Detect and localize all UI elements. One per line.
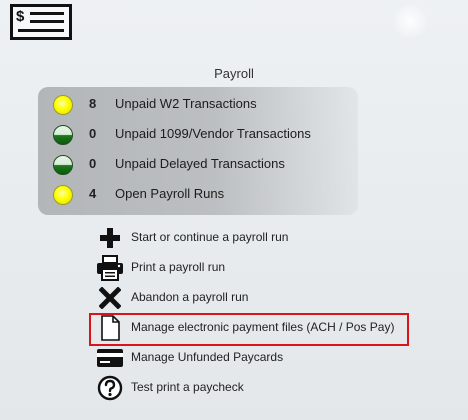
yellow-status-dot-icon xyxy=(53,185,73,205)
print-payroll-run-link[interactable]: Print a payroll run xyxy=(96,254,416,282)
paycheck-icon: $ xyxy=(10,4,72,45)
green-status-dot-icon xyxy=(53,125,73,145)
yellow-status-dot-icon xyxy=(53,95,73,115)
action-label: Test print a paycheck xyxy=(131,380,244,394)
action-label: Print a payroll run xyxy=(131,260,226,274)
summary-row-unpaid-delayed[interactable]: 0 Unpaid Delayed Transactions xyxy=(38,151,358,181)
action-label: Abandon a payroll run xyxy=(131,290,249,304)
manage-unfunded-paycards-link[interactable]: Manage Unfunded Paycards xyxy=(96,344,416,372)
summary-count: 8 xyxy=(89,96,97,111)
background-glow xyxy=(390,4,430,38)
summary-label: Unpaid 1099/Vendor Transactions xyxy=(115,126,311,141)
summary-panel: 8 Unpaid W2 Transactions 0 Unpaid 1099/V… xyxy=(38,87,358,215)
highlight-box xyxy=(89,313,409,346)
plus-icon xyxy=(96,224,124,252)
summary-label: Unpaid W2 Transactions xyxy=(115,96,257,111)
test-print-paycheck-link[interactable]: Test print a paycheck xyxy=(96,374,416,402)
summary-label: Open Payroll Runs xyxy=(115,186,225,201)
summary-count: 0 xyxy=(89,126,97,141)
summary-label: Unpaid Delayed Transactions xyxy=(115,156,285,171)
action-label: Start or continue a payroll run xyxy=(131,230,289,244)
credit-card-icon xyxy=(96,344,124,372)
x-icon xyxy=(96,284,124,312)
printer-icon xyxy=(96,254,124,282)
page-title: Payroll xyxy=(214,66,254,81)
summary-count: 0 xyxy=(89,156,97,171)
green-status-dot-icon xyxy=(53,155,73,175)
summary-row-open-runs[interactable]: 4 Open Payroll Runs xyxy=(38,181,358,211)
abandon-payroll-run-link[interactable]: Abandon a payroll run xyxy=(96,284,416,312)
question-circle-icon xyxy=(96,374,124,402)
action-label: Manage Unfunded Paycards xyxy=(131,350,284,364)
summary-row-unpaid-w2[interactable]: 8 Unpaid W2 Transactions xyxy=(38,91,358,121)
start-payroll-run-link[interactable]: Start or continue a payroll run xyxy=(96,224,416,252)
svg-text:$: $ xyxy=(16,8,25,25)
summary-count: 4 xyxy=(89,186,97,201)
summary-row-unpaid-1099[interactable]: 0 Unpaid 1099/Vendor Transactions xyxy=(38,121,358,151)
